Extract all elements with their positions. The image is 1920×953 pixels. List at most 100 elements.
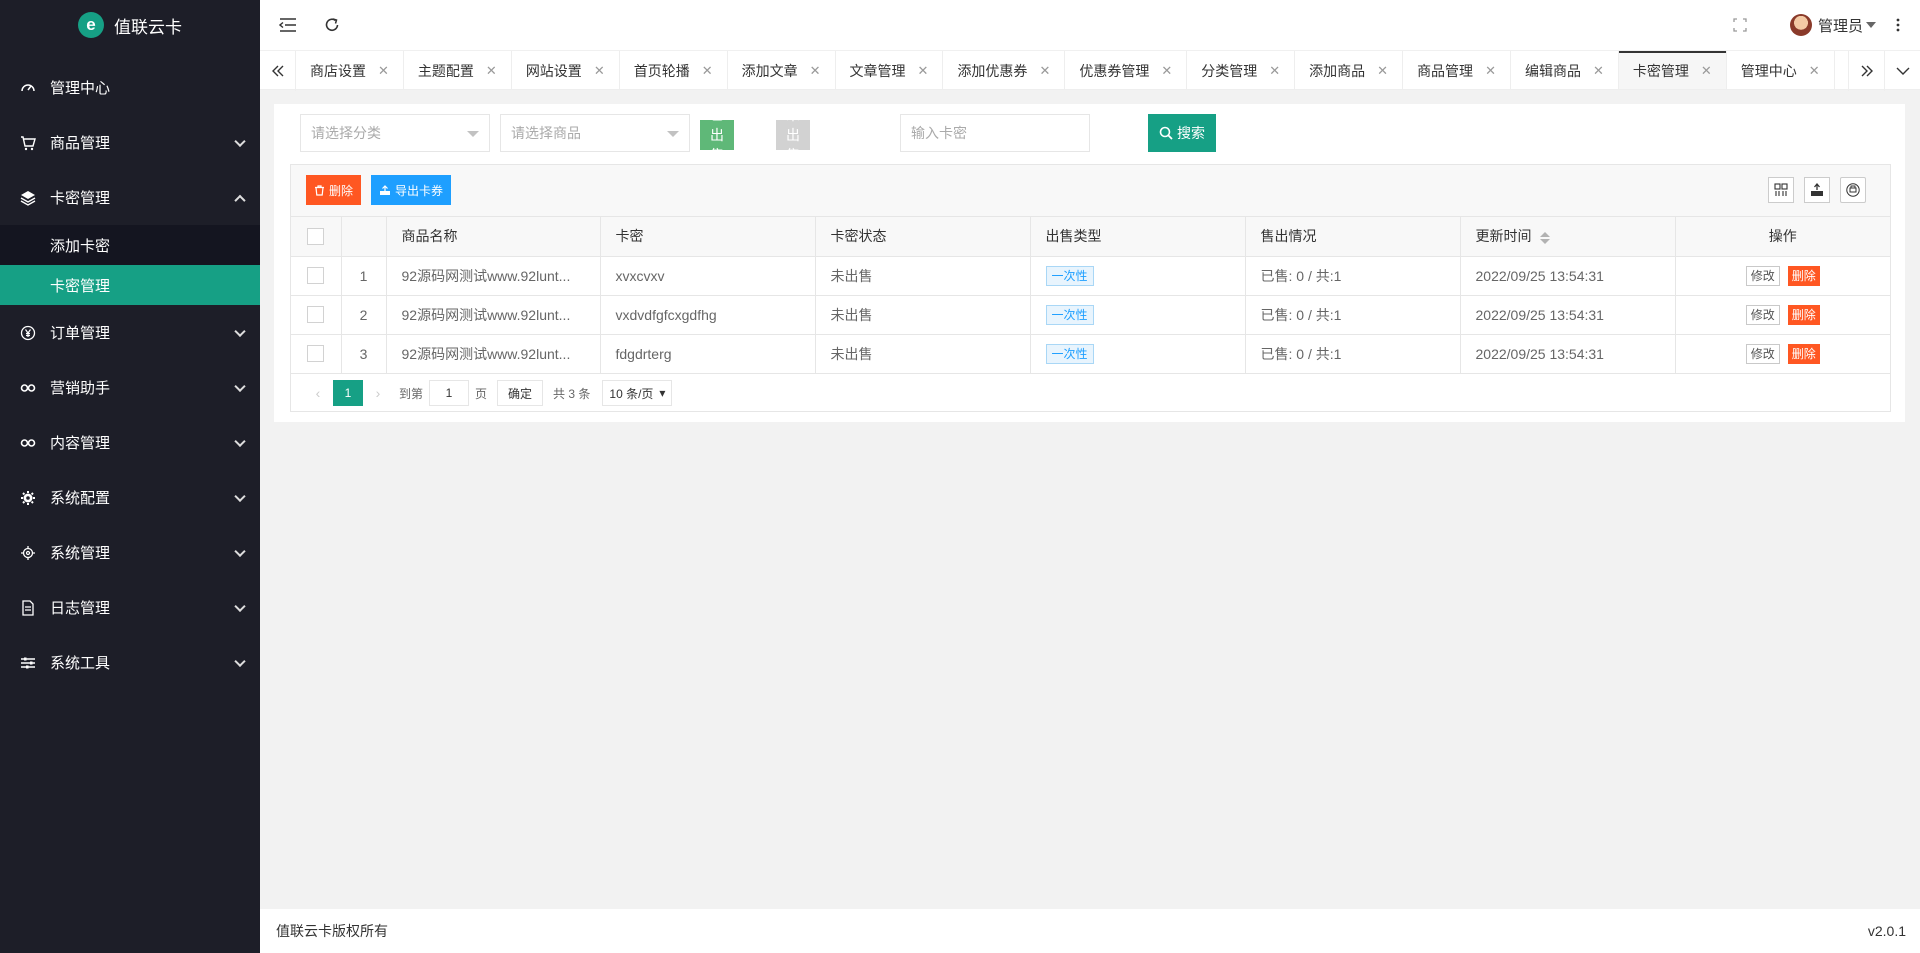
close-icon[interactable]: ✕ — [1485, 63, 1496, 79]
tab-label: 网站设置 — [525, 63, 582, 79]
batch-delete-button[interactable]: 删除 — [306, 175, 362, 205]
sidebar-item-label: 系统配置 — [50, 490, 111, 507]
columns-filter-icon[interactable] — [1768, 177, 1794, 203]
tab-item[interactable]: 管理中心 ✕ — [1727, 51, 1835, 89]
tab-item[interactable]: 文章管理 ✕ — [836, 51, 944, 89]
product-name-cell: 92源码网测试www.92lunt... — [386, 334, 601, 374]
sale-type-cell: 一次性 — [1030, 334, 1246, 374]
unsold-filter-button[interactable]: 未出售 — [776, 107, 810, 163]
tab-item[interactable]: 卡密管理 ✕ — [1618, 51, 1727, 89]
sort-icon[interactable] — [1539, 231, 1550, 244]
close-icon[interactable]: ✕ — [1593, 63, 1604, 79]
pagination: ‹ 1 › 到第 1 页 确定 共 3 条 10 条/页 ▾ — [291, 374, 1890, 413]
tab-list: 商店设置 ✕ 主题配置 ✕ 网站设置 ✕ 首页轮播 ✕ 添加文章 ✕ 文章管理 ✕ 添加优惠券 ✕ 优惠券管… — [296, 51, 1848, 89]
tabs-prev-icon[interactable] — [260, 51, 296, 91]
next-page-icon[interactable]: › — [363, 380, 393, 406]
close-icon[interactable]: ✕ — [1701, 63, 1712, 79]
link-icon — [20, 435, 36, 451]
close-icon[interactable]: ✕ — [1161, 63, 1172, 79]
card-key-cell: vxdvdfgfcxgdfhg — [600, 295, 816, 335]
current-page-button[interactable]: 1 — [333, 380, 363, 406]
close-icon[interactable]: ✕ — [1269, 63, 1280, 79]
prev-page-icon[interactable]: ‹ — [303, 380, 333, 406]
chevron-down-icon — [234, 655, 246, 667]
sidebar-subitem-label: 添加卡密 — [50, 237, 111, 255]
export-table-icon[interactable] — [1804, 177, 1830, 203]
export-button[interactable]: 导出卡券 — [371, 175, 452, 205]
refresh-icon[interactable] — [322, 15, 342, 35]
sidebar-item-system-config[interactable]: 系统配置 — [0, 470, 260, 525]
delete-button[interactable]: 删除 — [1787, 265, 1820, 286]
category-select[interactable]: 请选择分类 — [300, 114, 490, 152]
column-header: 卡密 — [600, 217, 816, 257]
tab-item[interactable]: 添加文章 ✕ — [728, 51, 836, 89]
sidebar-item-logs[interactable]: 日志管理 — [0, 580, 260, 635]
chevron-down-icon — [234, 600, 246, 612]
chevron-down-icon — [234, 545, 246, 557]
tab-item[interactable]: 商品管理 ✕ — [1403, 51, 1511, 89]
row-checkbox[interactable] — [307, 306, 325, 324]
edit-button[interactable]: 修改 — [1745, 343, 1780, 364]
delete-button[interactable]: 删除 — [1787, 343, 1820, 364]
card-key-cell: xvxcvxv — [600, 256, 816, 296]
sidebar-item-tools[interactable]: 系统工具 — [0, 635, 260, 690]
close-icon[interactable]: ✕ — [1377, 63, 1388, 79]
print-icon[interactable] — [1840, 177, 1866, 203]
close-icon[interactable]: ✕ — [918, 63, 929, 79]
tab-label: 商店设置 — [310, 63, 366, 79]
page-size-select[interactable]: 10 条/页 ▾ — [602, 380, 673, 406]
sold-filter-button[interactable]: 已出售 — [700, 107, 734, 163]
tab-label: 卡密管理 — [1632, 63, 1689, 79]
tab-item[interactable]: 网站设置 ✕ — [512, 51, 620, 89]
tab-item[interactable]: 添加商品 ✕ — [1295, 51, 1404, 89]
tab-item[interactable]: 主题配置 ✕ — [404, 51, 512, 89]
batch-delete-label: 删除 — [329, 183, 354, 198]
close-icon[interactable]: ✕ — [810, 63, 821, 79]
select-all-checkbox[interactable] — [307, 228, 325, 246]
edit-button[interactable]: 修改 — [1745, 304, 1780, 325]
tab-item[interactable]: 商店设置 ✕ — [296, 51, 404, 89]
tab-item[interactable]: 添加优惠券 ✕ — [943, 51, 1066, 89]
fullscreen-icon[interactable] — [1730, 15, 1750, 35]
tab-item[interactable]: 编辑商品 ✕ — [1511, 51, 1619, 89]
card-search-input[interactable]: 输入卡密 — [900, 114, 1090, 152]
goto-page-input[interactable]: 1 — [429, 380, 470, 406]
close-icon[interactable]: ✕ — [486, 63, 497, 79]
tab-label: 商品管理 — [1417, 63, 1474, 79]
row-checkbox[interactable] — [307, 267, 325, 285]
sidebar-item-content[interactable]: 内容管理 — [0, 415, 260, 470]
sidebar-item-marketing[interactable]: 营销助手 — [0, 360, 260, 415]
menu-collapse-icon[interactable] — [278, 15, 298, 35]
tabs-dropdown-icon[interactable] — [1884, 51, 1920, 91]
tab-item[interactable]: 首页轮播 ✕ — [620, 51, 728, 89]
sidebar-item-add-card[interactable]: 添加卡密 — [0, 225, 260, 265]
sidebar-item-card-manage[interactable]: 卡密管理 — [0, 265, 260, 305]
close-icon[interactable]: ✕ — [1809, 63, 1820, 79]
user-name[interactable]: 管理员 — [1818, 15, 1863, 36]
sidebar-item-label: 营销助手 — [50, 380, 111, 397]
tab-item[interactable]: 添加卡密✕ — [1835, 51, 1848, 89]
sidebar-item-dashboard[interactable]: 管理中心 — [0, 60, 260, 115]
column-header-sortable[interactable]: 更新时间 — [1460, 217, 1676, 257]
tab-item[interactable]: 优惠券管理 ✕ — [1065, 51, 1188, 89]
sidebar-item-cards[interactable]: 卡密管理 — [0, 170, 260, 225]
more-vertical-icon[interactable] — [1888, 15, 1908, 35]
page-size-label: 10 条/页 — [609, 386, 654, 401]
edit-button[interactable]: 修改 — [1745, 265, 1780, 286]
close-icon[interactable]: ✕ — [378, 63, 389, 79]
tab-item[interactable]: 分类管理 ✕ — [1187, 51, 1296, 89]
avatar[interactable] — [1789, 14, 1812, 36]
delete-button[interactable]: 删除 — [1787, 304, 1820, 325]
close-icon[interactable]: ✕ — [594, 63, 605, 79]
sidebar-item-products[interactable]: 商品管理 — [0, 115, 260, 170]
product-select[interactable]: 请选择商品 — [500, 114, 690, 152]
row-checkbox[interactable] — [307, 345, 325, 363]
goto-confirm-button[interactable]: 确定 — [497, 380, 544, 406]
close-icon[interactable]: ✕ — [702, 63, 713, 79]
close-icon[interactable]: ✕ — [1039, 63, 1050, 79]
sidebar-item-system-manage[interactable]: 系统管理 — [0, 525, 260, 580]
tabs-next-icon[interactable] — [1848, 51, 1884, 91]
app-logo[interactable]: e 值联云卡 — [0, 0, 260, 50]
search-button[interactable]: 搜索 — [1148, 114, 1216, 152]
sidebar-item-orders[interactable]: 订单管理 — [0, 305, 260, 360]
